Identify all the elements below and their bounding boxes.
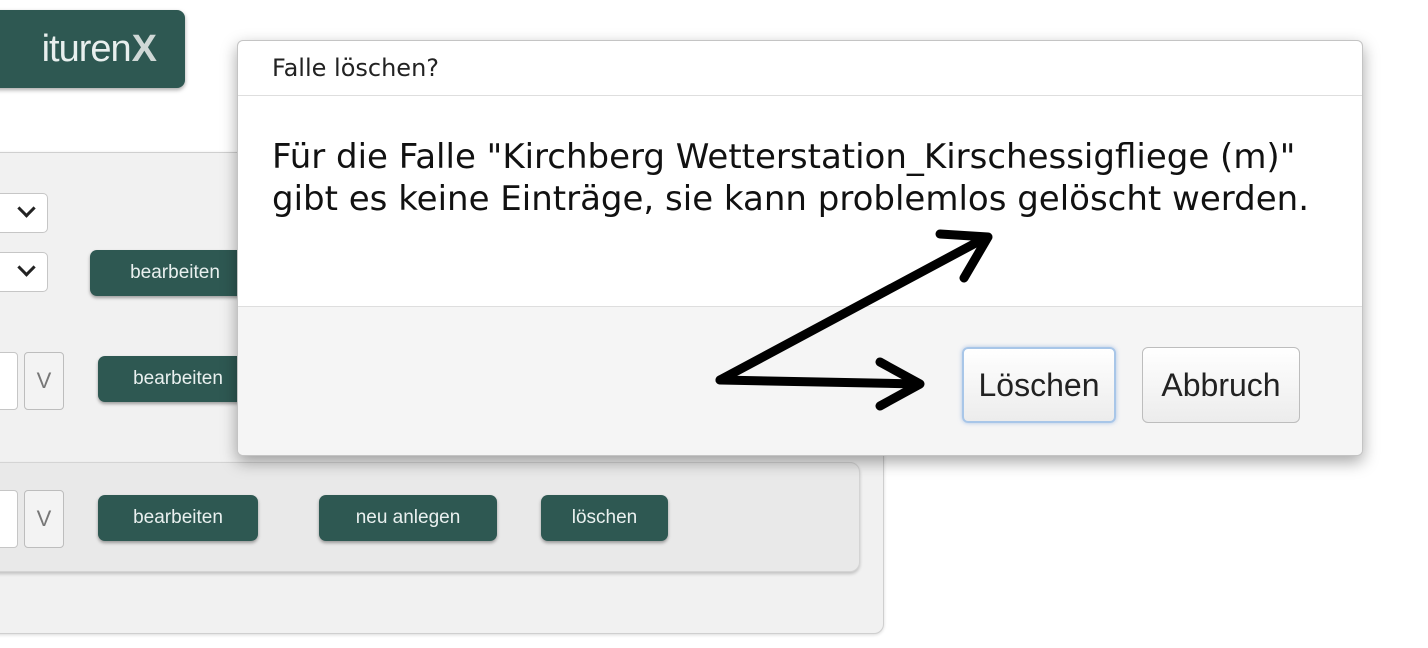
select-dropdown-2[interactable] [0, 252, 48, 292]
chevron-down-icon [17, 199, 36, 218]
delete-confirm-button[interactable]: Löschen [962, 347, 1116, 423]
app-stage: ituren X bearbeiten V bearbeiten V bearbe… [0, 0, 1428, 648]
dialog-footer: Löschen Abbruch [238, 307, 1362, 455]
edit-button-row3[interactable]: bearbeiten [98, 356, 258, 402]
new-button-row4[interactable]: neu anlegen [319, 495, 497, 541]
dropdown-toggle-row3[interactable]: V [24, 352, 64, 410]
select-field-row3[interactable] [0, 352, 18, 410]
app-logo[interactable]: ituren X [0, 10, 185, 88]
dialog-message: Für die Falle "Kirchberg Wetterstation_K… [238, 96, 1362, 307]
logo-text: ituren [41, 27, 132, 70]
select-dropdown-1[interactable] [0, 193, 48, 233]
dropdown-toggle-row4[interactable]: V [24, 490, 64, 548]
delete-button-row4[interactable]: löschen [541, 495, 668, 541]
edit-button-row2[interactable]: bearbeiten [90, 250, 260, 296]
edit-button-row4[interactable]: bearbeiten [98, 495, 258, 541]
select-field-row4[interactable] [0, 490, 18, 548]
confirm-delete-dialog: Falle löschen? Für die Falle "Kirchberg … [237, 40, 1363, 456]
logo-x-icon: X [131, 27, 157, 70]
cancel-button[interactable]: Abbruch [1142, 347, 1300, 423]
chevron-down-icon [17, 258, 36, 277]
dialog-title: Falle löschen? [238, 41, 1362, 96]
